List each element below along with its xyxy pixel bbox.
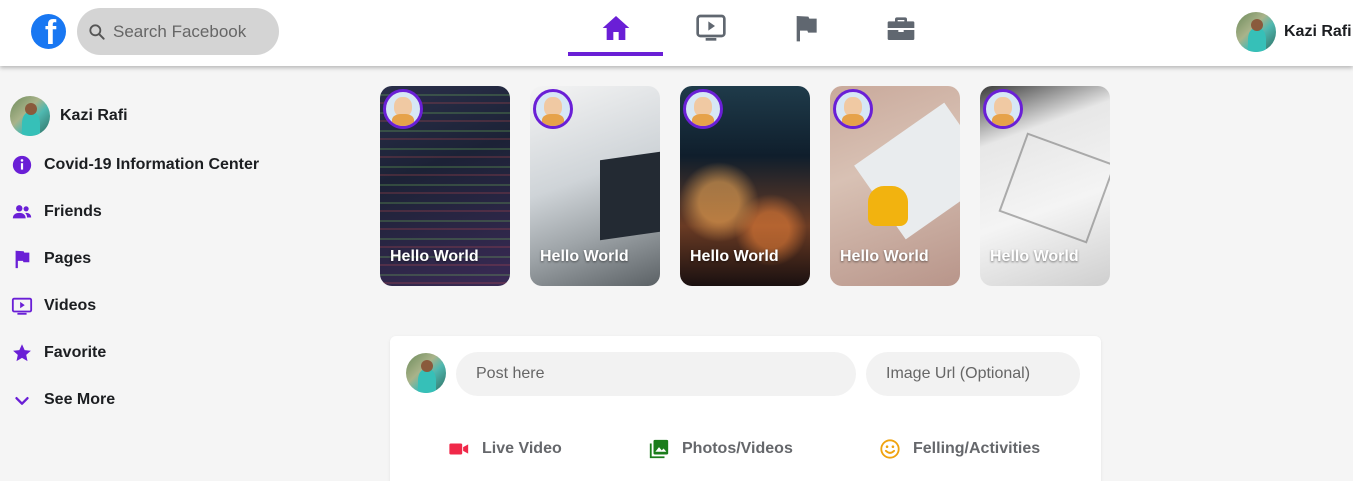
story-avatar [533, 89, 573, 129]
live-video-icon [449, 443, 469, 455]
briefcase-icon [887, 17, 914, 40]
story-title: Hello World [840, 248, 929, 265]
sidebar-item-videos[interactable]: Videos [10, 282, 310, 329]
story-card[interactable]: Hello World [830, 86, 960, 286]
tab-marketplace[interactable] [853, 0, 948, 56]
sidebar-item-see-more[interactable]: See More [10, 376, 310, 423]
sidebar-profile-name: Kazi Rafi [60, 107, 128, 124]
story-title: Hello World [690, 248, 779, 265]
story-card[interactable]: Hello World [380, 86, 510, 286]
story-avatar [683, 89, 723, 129]
sidebar-item-favorite[interactable]: Favorite [10, 329, 310, 376]
search-input[interactable] [113, 21, 273, 42]
tab-watch[interactable] [663, 0, 758, 56]
home-icon [602, 16, 629, 40]
search-box[interactable] [77, 8, 279, 55]
video-icon [10, 294, 34, 318]
story-title: Hello World [990, 248, 1079, 265]
avatar [1236, 12, 1276, 52]
story-title: Hello World [390, 248, 479, 265]
sidebar-item-label: Friends [44, 202, 102, 220]
flag-icon [10, 247, 34, 271]
feeling-activity-button[interactable]: Felling/Activities [879, 436, 1040, 462]
image-url-input[interactable] [866, 352, 1080, 396]
tab-pages[interactable] [758, 0, 853, 56]
header-user-name: Kazi Rafi [1284, 23, 1352, 40]
sidebar-item-label: Covid-19 Information Center [44, 155, 260, 173]
top-navbar: f Kazi Rafi [0, 0, 1353, 66]
action-label: Live Video [482, 440, 562, 457]
smile-icon [880, 439, 900, 459]
tv-play-icon [695, 14, 726, 41]
story-title: Hello World [540, 248, 629, 265]
star-icon [10, 341, 34, 365]
avatar [406, 353, 446, 393]
story-card[interactable]: Hello World [530, 86, 660, 286]
action-label: Felling/Activities [913, 440, 1041, 457]
left-sidebar: Kazi Rafi Covid-19 Information Center Fr… [10, 96, 310, 423]
friends-icon [10, 200, 34, 224]
story-avatar [833, 89, 873, 129]
sidebar-item-friends[interactable]: Friends [10, 188, 310, 235]
story-avatar [383, 89, 423, 129]
chevron-down-icon [10, 388, 34, 412]
story-card[interactable]: Hello World [680, 86, 810, 286]
facebook-logo-icon[interactable]: f [31, 14, 66, 49]
search-icon [89, 23, 105, 40]
sidebar-profile[interactable]: Kazi Rafi [10, 96, 310, 136]
header-profile[interactable]: Kazi Rafi [1236, 12, 1352, 52]
stories-row: Hello World Hello World Hello World Hell… [380, 86, 1130, 286]
action-label: Photos/Videos [682, 440, 793, 457]
sidebar-item-label: See More [44, 390, 116, 408]
flag-icon [796, 16, 817, 42]
photos-videos-button[interactable]: Photos/Videos [648, 436, 793, 462]
sidebar-item-label: Favorite [44, 343, 107, 361]
sidebar-item-label: Videos [44, 296, 97, 314]
info-icon [10, 153, 34, 177]
avatar [10, 96, 50, 136]
photo-icon [649, 439, 669, 459]
live-video-button[interactable]: Live Video [448, 436, 562, 462]
tab-home[interactable] [568, 0, 663, 56]
sidebar-item-covid[interactable]: Covid-19 Information Center [10, 141, 310, 188]
story-avatar [983, 89, 1023, 129]
sidebar-item-label: Pages [44, 249, 92, 267]
logo-letter: f [44, 14, 57, 49]
story-card[interactable]: Hello World [980, 86, 1110, 286]
post-composer: Live Video Photos/Videos Felling/Activit… [390, 336, 1101, 481]
post-input[interactable] [456, 352, 856, 396]
sidebar-item-pages[interactable]: Pages [10, 235, 310, 282]
